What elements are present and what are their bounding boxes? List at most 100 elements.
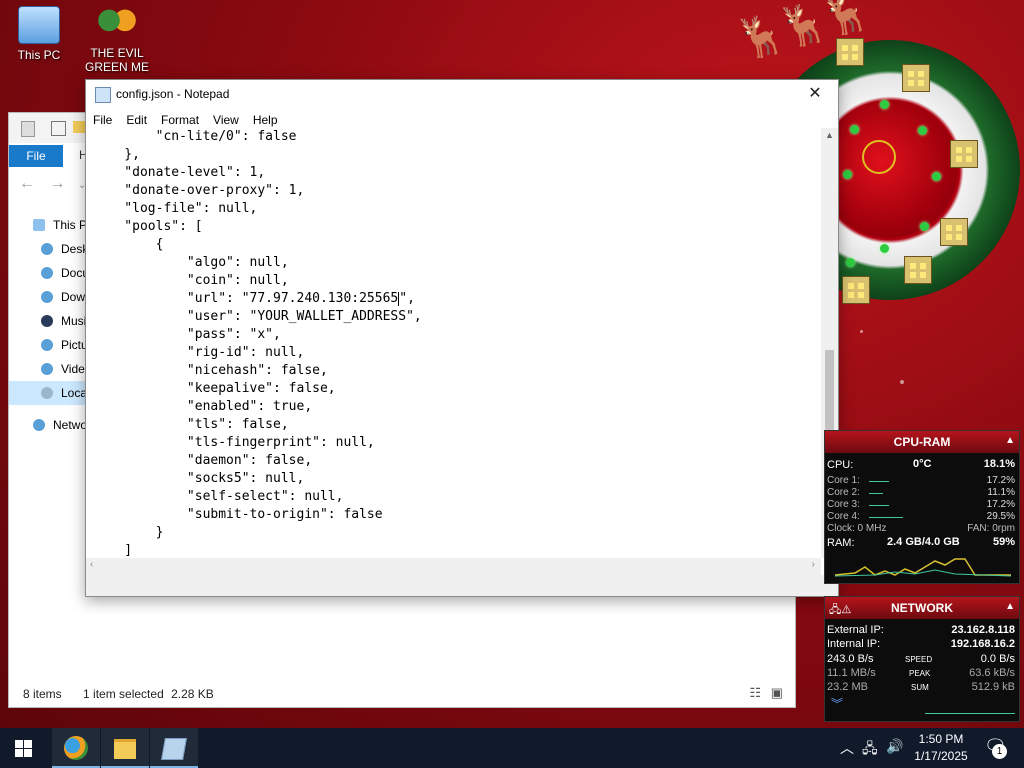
close-icon[interactable]: ✕ (792, 80, 838, 108)
menu-view[interactable]: View (206, 110, 246, 130)
ram-percent: 59% (992, 536, 1015, 548)
start-button[interactable] (0, 728, 48, 768)
text-line: "donate-level": 1, (93, 165, 266, 180)
sidebar-item-local-disk[interactable]: Local Disk (9, 381, 87, 405)
text-line: { (93, 237, 164, 252)
details-view-icon[interactable]: ☷ (749, 685, 761, 700)
text-line: "submit-to-origin": false (93, 507, 383, 522)
sidebar-item-label: Pictures (61, 338, 87, 352)
cpu-usage: 18.1% (983, 458, 1015, 470)
pictures-icon (41, 339, 53, 351)
desktop-icon-this-pc[interactable]: This PC (4, 6, 74, 62)
windows-logo-icon (15, 740, 32, 757)
network-monitor-icon: 🖧⚠ (829, 604, 852, 616)
documents-icon (41, 267, 53, 279)
clock-date: 1/17/2025 (914, 749, 968, 763)
text-editor-area[interactable]: "cn-lite/0": false }, "donate-level": 1,… (86, 128, 821, 558)
window-title: config.json - Notepad (116, 87, 230, 101)
collapse-chevron-icon[interactable]: ︾ (831, 695, 843, 712)
scroll-up-icon[interactable]: ▲ (821, 130, 838, 140)
menu-format[interactable]: Format (154, 110, 206, 130)
sidebar-item-videos[interactable]: Videos (9, 357, 87, 381)
village-house (950, 140, 978, 168)
back-arrow-icon[interactable]: ← (19, 175, 35, 192)
horizontal-scrollbar[interactable]: ‹ › (86, 558, 821, 575)
forward-arrow-icon[interactable]: → (49, 175, 65, 192)
core-bar (869, 517, 903, 518)
downloads-icon (41, 291, 53, 303)
core-value: 29.5% (986, 511, 1015, 522)
text-before-caret: "url": "77.97.240.130:25565 (93, 291, 399, 306)
network-icon (33, 419, 45, 431)
village-house (940, 218, 968, 246)
show-hidden-icons-chevron-icon[interactable]: ︿ (840, 738, 854, 758)
core-bar (869, 505, 889, 506)
taskbar-file-explorer[interactable] (101, 728, 149, 768)
menu-help[interactable]: Help (246, 110, 285, 130)
text-line: "self-select": null, (93, 489, 344, 504)
clock-hands-icon (862, 140, 896, 174)
village-house (904, 256, 932, 284)
menu-file[interactable]: File (86, 110, 119, 130)
volume-icon[interactable]: 🔊 (886, 738, 903, 755)
expand-icon[interactable]: ▲ (1005, 601, 1015, 612)
scroll-right-icon[interactable]: › (812, 559, 815, 570)
text-line: "coin": null, (93, 273, 289, 288)
cpu-clock: Clock: 0 MHz (827, 523, 887, 534)
view-mode-buttons: ☷ ▣ (749, 685, 783, 701)
text-line: "user": "YOUR_WALLET_ADDRESS", (93, 309, 422, 324)
notepad-menu-bar: File Edit Format View Help (86, 110, 285, 130)
text-line: "log-file": null, (93, 201, 258, 216)
large-icons-view-icon[interactable]: ▣ (771, 685, 783, 700)
taskbar-app-people[interactable] (52, 728, 100, 768)
scrollbar-thumb[interactable] (825, 350, 834, 438)
properties-icon[interactable] (21, 121, 35, 137)
desktop-icon-label: THE EVIL GREEN ME (84, 46, 149, 74)
text-after-caret: ", (399, 291, 415, 306)
core-value: 17.2% (986, 499, 1015, 510)
core-label: Core 1: (827, 475, 860, 486)
core-bar (869, 493, 883, 494)
sidebar-item-documents[interactable]: Documents (9, 261, 87, 285)
desktop-icon-shortcut[interactable]: THE EVIL GREEN ME (82, 6, 152, 80)
core-label: Core 3: (827, 499, 860, 510)
sidebar-item-downloads[interactable]: Downloads (9, 285, 87, 309)
sidebar-item-label: This PC (53, 218, 87, 232)
internal-ip-value: 192.168.16.2 (950, 638, 1015, 650)
ram-usage: 2.4 GB/4.0 GB (887, 536, 960, 548)
cpu-graph-line (835, 569, 1011, 577)
music-icon (41, 315, 53, 327)
taskbar-notepad[interactable] (150, 728, 198, 768)
menu-edit[interactable]: Edit (119, 110, 154, 130)
sidebar-item-network[interactable]: Network (9, 413, 87, 437)
desktop-icon (41, 243, 53, 255)
text-line: "algo": null, (93, 255, 289, 270)
sidebar-item-this-pc[interactable]: This PC (9, 213, 87, 237)
system-clock[interactable]: 1:50 PM 1/17/2025 (906, 731, 976, 765)
text-line: "cn-lite/0": false (93, 129, 297, 144)
ornament-light (846, 258, 855, 267)
item-count: 8 items (23, 687, 62, 701)
text-line: "enabled": true, (93, 399, 313, 414)
ornament-light (918, 126, 927, 135)
text-line: "tls": false, (93, 417, 289, 432)
ornament-light (880, 100, 889, 109)
fan-speed: FAN: 0rpm (967, 523, 1015, 534)
gadget-title: NETWORK (825, 597, 1019, 619)
sidebar-item-label: Videos (61, 362, 87, 376)
upload-total: 23.2 MB (827, 681, 868, 693)
notepad-title-bar[interactable]: config.json - Notepad ✕ (86, 80, 838, 108)
sidebar-item-pictures[interactable]: Pictures (9, 333, 87, 357)
scroll-left-icon[interactable]: ‹ (90, 559, 93, 570)
text-line: "donate-over-proxy": 1, (93, 183, 305, 198)
checkbox-icon[interactable] (51, 121, 66, 136)
ribbon-file-tab[interactable]: File (9, 145, 63, 167)
sidebar-item-desktop[interactable]: Desktop (9, 237, 87, 261)
sidebar-item-music[interactable]: Music (9, 309, 87, 333)
text-line: "url": "77.97.240.130:25565", (86, 290, 821, 308)
network-tray-icon[interactable]: 🖧 (862, 738, 878, 762)
internal-ip-label: Internal IP: (827, 638, 881, 650)
download-peak: 63.6 kB/s (969, 667, 1015, 679)
peak-label: PEAK (909, 669, 931, 678)
expand-icon[interactable]: ▲ (1005, 435, 1015, 446)
